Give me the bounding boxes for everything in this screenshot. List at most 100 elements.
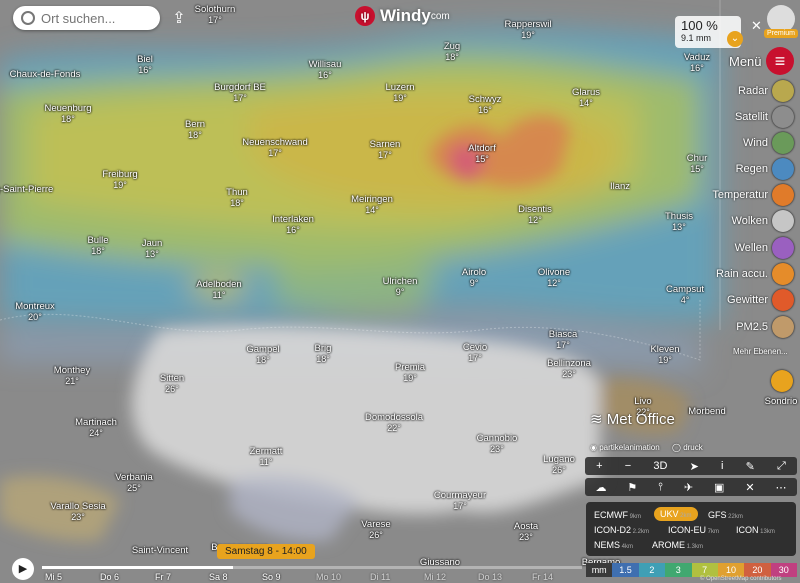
layer-pm2-5[interactable]: PM2.5 [736, 316, 794, 338]
menu-button[interactable]: ≡ [766, 47, 794, 75]
flag-icon[interactable]: ⚑ [627, 481, 637, 494]
city-label[interactable]: Campsut 4° [666, 285, 704, 306]
layer-satellit[interactable]: Satellit [735, 106, 794, 128]
city-label[interactable]: Interlaken 16° [272, 215, 314, 236]
timeline-day[interactable]: Do 13 [478, 572, 502, 582]
city-label[interactable]: Chaux-de-Fonds [10, 70, 81, 80]
city-label[interactable]: Glarus 14° [572, 88, 600, 109]
model-gfs[interactable]: GFS 22km [708, 510, 743, 520]
airport-icon[interactable]: ✈ [684, 481, 693, 494]
layer-gewitter[interactable]: Gewitter [727, 289, 794, 311]
layer-wolken[interactable]: Wolken [732, 210, 794, 232]
city-label[interactable]: Morbend [688, 407, 726, 417]
share-icon[interactable]: ⇪ [170, 8, 188, 27]
more-icon[interactable]: ⋯ [776, 481, 787, 494]
search-bar[interactable] [13, 6, 160, 30]
city-label[interactable]: Gampel 18° [246, 345, 279, 366]
3d-button[interactable]: 3D [653, 460, 667, 472]
city-label[interactable]: Chur 15° [687, 154, 708, 175]
layer-regen[interactable]: Regen [736, 158, 794, 180]
city-label[interactable]: Bourg-Saint-Pierre [0, 185, 53, 195]
timeline[interactable]: ▶ Mi 5 Do 6 Fr 7 Sa 8 So 9 Mo 10 Di 11 Mi 12 Do … [0, 558, 582, 583]
model-icon-eu[interactable]: ICON-EU 7km [668, 525, 719, 535]
webcam-icon[interactable]: ▣ [714, 481, 724, 494]
city-label[interactable]: Varese 26° [361, 520, 390, 541]
model-ukv[interactable]: UKV 2km [654, 507, 698, 521]
city-label[interactable]: Sondrio [765, 397, 798, 407]
city-label[interactable]: Thun 18° [226, 188, 248, 209]
panel-chevron-icon[interactable]: ⌄ [727, 31, 743, 47]
info-icon[interactable]: i [721, 460, 723, 472]
timeline-day[interactable]: Mi 5 [45, 572, 62, 582]
city-label[interactable]: Neuenburg 18° [44, 104, 91, 125]
city-label[interactable]: Monthey 21° [54, 366, 90, 387]
city-label[interactable]: Bulle 18° [87, 236, 108, 257]
city-label[interactable]: Sarnen 17° [370, 140, 401, 161]
city-label[interactable]: Adelboden 11° [196, 280, 241, 301]
locate-icon[interactable]: ➤ [690, 460, 699, 473]
city-label[interactable]: Biasca 17° [549, 330, 578, 351]
city-label[interactable]: Varallo Sesia 23° [50, 502, 105, 523]
draw-icon[interactable]: ✎ [746, 460, 755, 473]
city-label[interactable]: Bern 18° [185, 120, 205, 141]
layer-wind[interactable]: Wind [743, 132, 794, 154]
city-label[interactable]: Freiburg 19° [102, 170, 137, 191]
thermometer-icon[interactable]: ⫯ [658, 481, 663, 494]
timeline-progress[interactable] [42, 566, 233, 569]
particle-toggle[interactable]: ◉ partikelanimation [590, 443, 660, 452]
city-label[interactable]: Neuenschwand 17° [242, 138, 308, 159]
timeline-track[interactable] [233, 566, 582, 569]
city-label[interactable]: Rapperswil 19° [505, 20, 552, 41]
more-layers-link[interactable]: Mehr Ebenen... [733, 347, 788, 356]
city-label[interactable]: Meiringen 14° [351, 195, 393, 216]
weather-icon[interactable]: ☁ [595, 481, 606, 494]
city-label[interactable]: Luzern 19° [385, 83, 414, 104]
city-label[interactable]: Martinach 24° [75, 418, 117, 439]
city-label[interactable]: Altdorf 15° [468, 144, 495, 165]
close-tool-icon[interactable]: ✕ [745, 481, 754, 494]
zoom-out-button[interactable]: − [625, 460, 631, 472]
city-label[interactable]: Willisau 16° [309, 60, 342, 81]
city-label[interactable]: Zug 18° [444, 42, 460, 63]
city-label[interactable]: Sitten 26° [160, 374, 184, 395]
model-icon-d2[interactable]: ICON-D2 2.2km [594, 525, 649, 535]
city-label[interactable]: Jaun 13° [142, 239, 163, 260]
play-button[interactable]: ▶ [12, 558, 34, 580]
layer-radar[interactable]: Radar [738, 80, 794, 102]
model-nems[interactable]: NEMS 4km [594, 540, 633, 550]
city-label[interactable]: Ulrichen 9° [383, 277, 418, 298]
city-label[interactable]: Lugano 26° [543, 455, 575, 476]
city-label[interactable]: Schwyz 16° [469, 95, 502, 116]
timeline-day[interactable]: Do 6 [100, 572, 119, 582]
windy-logo[interactable]: ψ Windy com [355, 6, 450, 26]
layer-wellen[interactable]: Wellen [735, 237, 794, 259]
city-label[interactable]: Olivone 12° [538, 268, 570, 289]
city-label[interactable]: Cannobio 23° [477, 434, 518, 455]
city-label[interactable]: Solothurn 17° [195, 5, 236, 26]
city-label[interactable]: Burgdorf BE 17° [214, 83, 266, 104]
model-arome[interactable]: AROME 1.3km [652, 540, 703, 550]
timeline-day[interactable]: Fr 14 [532, 572, 553, 582]
premium-badge[interactable]: Premium [764, 29, 799, 38]
city-label[interactable]: Cevio 17° [463, 343, 487, 364]
timeline-day[interactable]: Mi 12 [424, 572, 446, 582]
timeline-day[interactable]: Di 11 [370, 572, 390, 582]
timeline-day[interactable]: So 9 [262, 572, 281, 582]
model-icon[interactable]: ICON 13km [736, 525, 775, 535]
city-label[interactable]: Premia 19° [395, 363, 425, 384]
city-label[interactable]: Bellinzona 23° [547, 359, 591, 380]
city-label[interactable]: Saint-Vincent [132, 546, 188, 556]
city-label[interactable]: Montreux 20° [15, 302, 55, 323]
model-ecmwf[interactable]: ECMWF 9km [594, 510, 641, 520]
city-label[interactable]: Verbania 25° [115, 473, 153, 494]
fullscreen-icon[interactable]: ⤢ [777, 460, 786, 473]
city-label[interactable]: Disentis 12° [518, 205, 552, 226]
city-label[interactable]: Vaduz 16° [684, 53, 710, 74]
city-label[interactable]: Brig 18° [315, 344, 332, 365]
close-icon[interactable]: ✕ [751, 18, 762, 34]
current-time-label[interactable]: Samstag 8 - 14:00 [217, 544, 315, 559]
pressure-toggle[interactable]: ◯ druck [672, 443, 703, 452]
city-label[interactable]: Courmayeur 17° [434, 491, 486, 512]
city-label[interactable]: Airolo 9° [462, 268, 486, 289]
city-label[interactable]: Ilanz [610, 182, 630, 192]
